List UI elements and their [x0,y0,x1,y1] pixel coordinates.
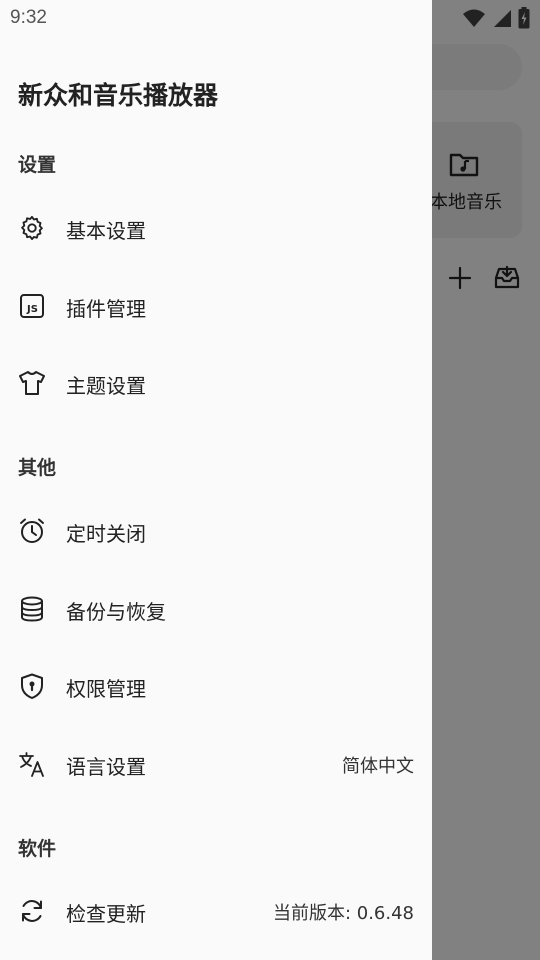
menu-item-backup-restore[interactable]: 备份与恢复 [0,579,432,639]
section-header-software: 软件 [18,838,57,860]
menu-item-label: 定时关闭 [66,522,146,546]
menu-item-permission-management[interactable]: 权限管理 [0,656,432,716]
section-header-other: 其他 [18,457,57,479]
menu-item-label: 语言设置 [66,755,146,779]
menu-item-language-settings[interactable]: 语言设置 简体中文 [0,734,432,794]
gear-icon [18,214,46,242]
menu-item-plugin-management[interactable]: JS 插件管理 [0,276,432,336]
menu-item-label: 权限管理 [66,677,146,701]
translate-icon [18,750,46,778]
shield-lock-icon [18,672,46,700]
status-icons [462,6,530,30]
tshirt-icon [18,369,46,397]
navigation-drawer: 9:32 新众和音乐播放器 设置 基本设置 JS 插件管理 主题设置 其他 定时… [0,0,432,960]
database-icon [18,595,46,623]
menu-item-check-update[interactable]: 检查更新 当前版本: 0.6.48 [0,881,432,941]
menu-item-label: 备份与恢复 [66,600,166,624]
screen: 本地音乐 9:32 新众和音乐播放器 设置 基本设置 JS 插件管理 主题设置 … [0,0,540,960]
current-language-value: 简体中文 [342,756,414,777]
menu-item-basic-settings[interactable]: 基本设置 [0,198,432,258]
alarm-clock-icon [18,517,46,545]
menu-item-label: 基本设置 [66,219,146,243]
current-version-value: 当前版本: 0.6.48 [272,903,414,924]
status-time: 9:32 [10,7,47,28]
js-plugin-icon: JS [18,292,46,320]
svg-text:JS: JS [26,304,38,315]
menu-item-label: 插件管理 [66,297,146,321]
drawer-title: 新众和音乐播放器 [18,81,219,110]
section-header-settings: 设置 [18,154,57,176]
refresh-icon [18,897,46,925]
menu-item-sleep-timer[interactable]: 定时关闭 [0,501,432,561]
battery-charging-icon [518,7,530,29]
menu-item-label: 检查更新 [66,902,146,926]
menu-item-theme-settings[interactable]: 主题设置 [0,353,432,413]
wifi-icon [462,8,486,28]
cellular-signal-icon [492,8,512,28]
menu-item-label: 主题设置 [66,374,146,398]
